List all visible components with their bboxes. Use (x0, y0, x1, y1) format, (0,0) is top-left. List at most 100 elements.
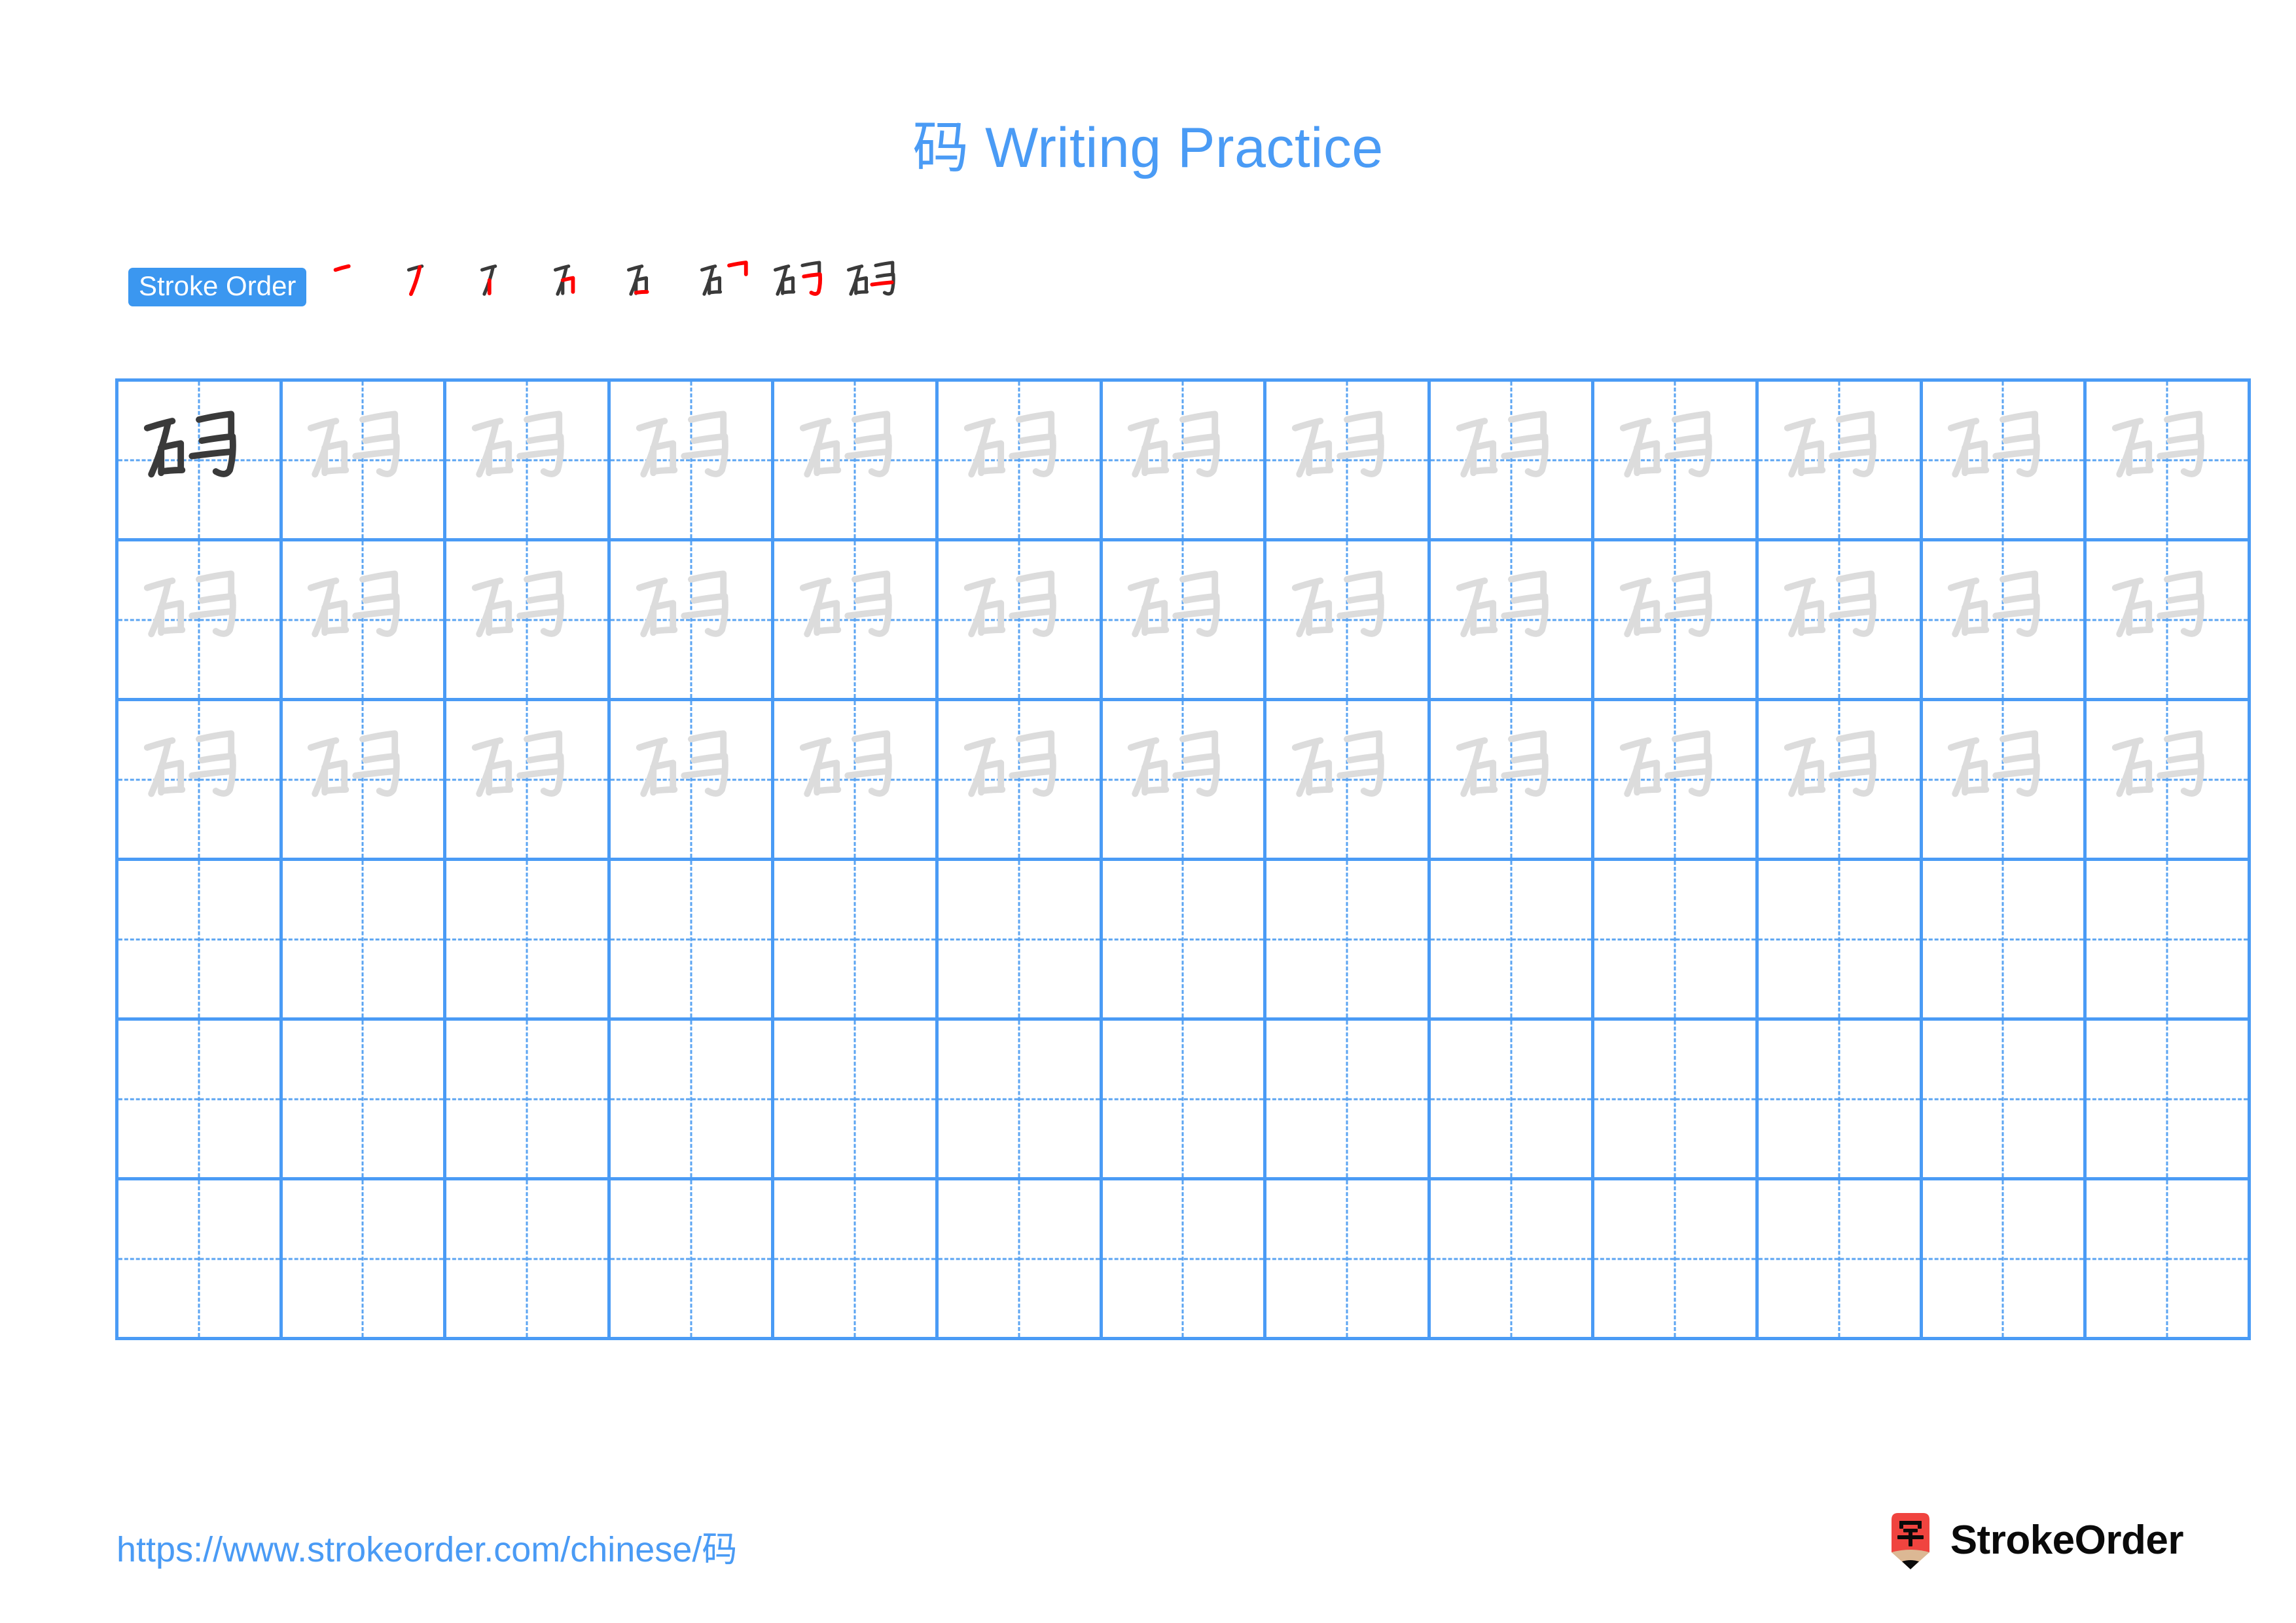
grid-cell-trace[interactable] (1759, 541, 1923, 698)
grid-cell-empty[interactable] (2087, 861, 2251, 1017)
grid-cell-trace[interactable] (446, 541, 611, 698)
grid-cell-empty[interactable] (1594, 861, 1759, 1017)
grid-cell-empty[interactable] (1266, 1180, 1431, 1337)
grid-cell-trace[interactable] (1431, 541, 1595, 698)
brand-logo[interactable]: StrokeOrder (1888, 1509, 2184, 1572)
grid-cell-empty[interactable] (283, 861, 447, 1017)
trace-character (1266, 541, 1427, 698)
grid-cell-empty[interactable] (1431, 861, 1595, 1017)
grid-cell-trace[interactable] (774, 701, 939, 858)
grid-cell-trace[interactable] (1266, 701, 1431, 858)
example-character (118, 382, 279, 538)
trace-character (1266, 382, 1427, 538)
grid-cell-empty[interactable] (1923, 861, 2087, 1017)
grid-cell-empty[interactable] (1594, 1180, 1759, 1337)
grid-cell-empty[interactable] (939, 861, 1103, 1017)
grid-cell-empty[interactable] (2087, 1021, 2251, 1177)
trace-character (1594, 382, 1755, 538)
page-title: 码 Writing Practice (912, 117, 1384, 179)
grid-cell-trace[interactable] (446, 382, 611, 538)
grid-cell-trace[interactable] (611, 701, 775, 858)
grid-cell-trace[interactable] (939, 382, 1103, 538)
grid-cell-empty[interactable] (774, 1180, 939, 1337)
grid-cell-trace[interactable] (2087, 382, 2251, 538)
grid-cell-empty[interactable] (1103, 861, 1267, 1017)
grid-cell-trace[interactable] (1266, 541, 1431, 698)
footer-url[interactable]: https://www.strokeorder.com/chinese/码 (117, 1520, 737, 1572)
grid-cell-trace[interactable] (1594, 382, 1759, 538)
grid-cell-empty[interactable] (1759, 1021, 1923, 1177)
stroke-step-3 (473, 250, 546, 323)
grid-cell-trace[interactable] (1759, 382, 1923, 538)
trace-character (1923, 701, 2084, 858)
grid-cell-empty[interactable] (1759, 861, 1923, 1017)
trace-character (1103, 701, 1264, 858)
grid-cell-trace[interactable] (1759, 701, 1923, 858)
grid-cell-trace[interactable] (283, 701, 447, 858)
grid-cell-empty[interactable] (1103, 1021, 1267, 1177)
grid-cell-trace[interactable] (118, 541, 283, 698)
grid-cell-trace[interactable] (446, 701, 611, 858)
trace-character (1103, 541, 1264, 698)
grid-row (118, 1180, 2251, 1340)
grid-cell-trace[interactable] (1923, 701, 2087, 858)
grid-cell-trace[interactable] (1923, 541, 2087, 698)
grid-cell-empty[interactable] (446, 1021, 611, 1177)
grid-cell-empty[interactable] (1923, 1021, 2087, 1177)
grid-cell-empty[interactable] (2087, 1180, 2251, 1337)
grid-cell-example[interactable] (118, 382, 283, 538)
grid-cell-empty[interactable] (1103, 1180, 1267, 1337)
grid-cell-empty[interactable] (1266, 861, 1431, 1017)
grid-cell-trace[interactable] (1923, 382, 2087, 538)
grid-cell-trace[interactable] (1103, 541, 1267, 698)
grid-cell-empty[interactable] (118, 1180, 283, 1337)
grid-cell-empty[interactable] (939, 1180, 1103, 1337)
grid-cell-trace[interactable] (939, 701, 1103, 858)
grid-cell-empty[interactable] (1266, 1021, 1431, 1177)
grid-cell-empty[interactable] (611, 861, 775, 1017)
grid-cell-empty[interactable] (1431, 1021, 1595, 1177)
grid-cell-trace[interactable] (1594, 701, 1759, 858)
grid-cell-empty[interactable] (118, 1021, 283, 1177)
trace-character (1759, 701, 1920, 858)
grid-cell-empty[interactable] (774, 861, 939, 1017)
grid-row (118, 1021, 2251, 1180)
grid-cell-trace[interactable] (1103, 382, 1267, 538)
grid-cell-empty[interactable] (1431, 1180, 1595, 1337)
grid-cell-trace[interactable] (1431, 382, 1595, 538)
grid-cell-empty[interactable] (611, 1021, 775, 1177)
trace-character (611, 382, 772, 538)
grid-cell-empty[interactable] (283, 1021, 447, 1177)
grid-cell-empty[interactable] (1759, 1180, 1923, 1337)
grid-cell-empty[interactable] (446, 861, 611, 1017)
grid-cell-trace[interactable] (611, 541, 775, 698)
grid-cell-empty[interactable] (446, 1180, 611, 1337)
grid-cell-trace[interactable] (283, 541, 447, 698)
grid-cell-empty[interactable] (774, 1021, 939, 1177)
grid-cell-trace[interactable] (2087, 541, 2251, 698)
grid-cell-trace[interactable] (1103, 701, 1267, 858)
grid-cell-trace[interactable] (774, 382, 939, 538)
trace-character (1759, 382, 1920, 538)
grid-cell-trace[interactable] (1594, 541, 1759, 698)
stroke-step-1 (326, 250, 399, 323)
grid-cell-empty[interactable] (283, 1180, 447, 1337)
grid-cell-trace[interactable] (118, 701, 283, 858)
trace-character (774, 701, 935, 858)
grid-cell-empty[interactable] (611, 1180, 775, 1337)
trace-character (1759, 541, 1920, 698)
grid-cell-trace[interactable] (774, 541, 939, 698)
grid-cell-trace[interactable] (611, 382, 775, 538)
grid-cell-trace[interactable] (1431, 701, 1595, 858)
grid-cell-trace[interactable] (283, 382, 447, 538)
stroke-step-5 (619, 250, 692, 323)
grid-cell-trace[interactable] (939, 541, 1103, 698)
trace-character (1594, 541, 1755, 698)
grid-cell-empty[interactable] (1923, 1180, 2087, 1337)
grid-cell-trace[interactable] (2087, 701, 2251, 858)
grid-cell-empty[interactable] (118, 861, 283, 1017)
grid-cell-empty[interactable] (939, 1021, 1103, 1177)
grid-cell-empty[interactable] (1594, 1021, 1759, 1177)
grid-cell-trace[interactable] (1266, 382, 1431, 538)
trace-character (283, 382, 444, 538)
